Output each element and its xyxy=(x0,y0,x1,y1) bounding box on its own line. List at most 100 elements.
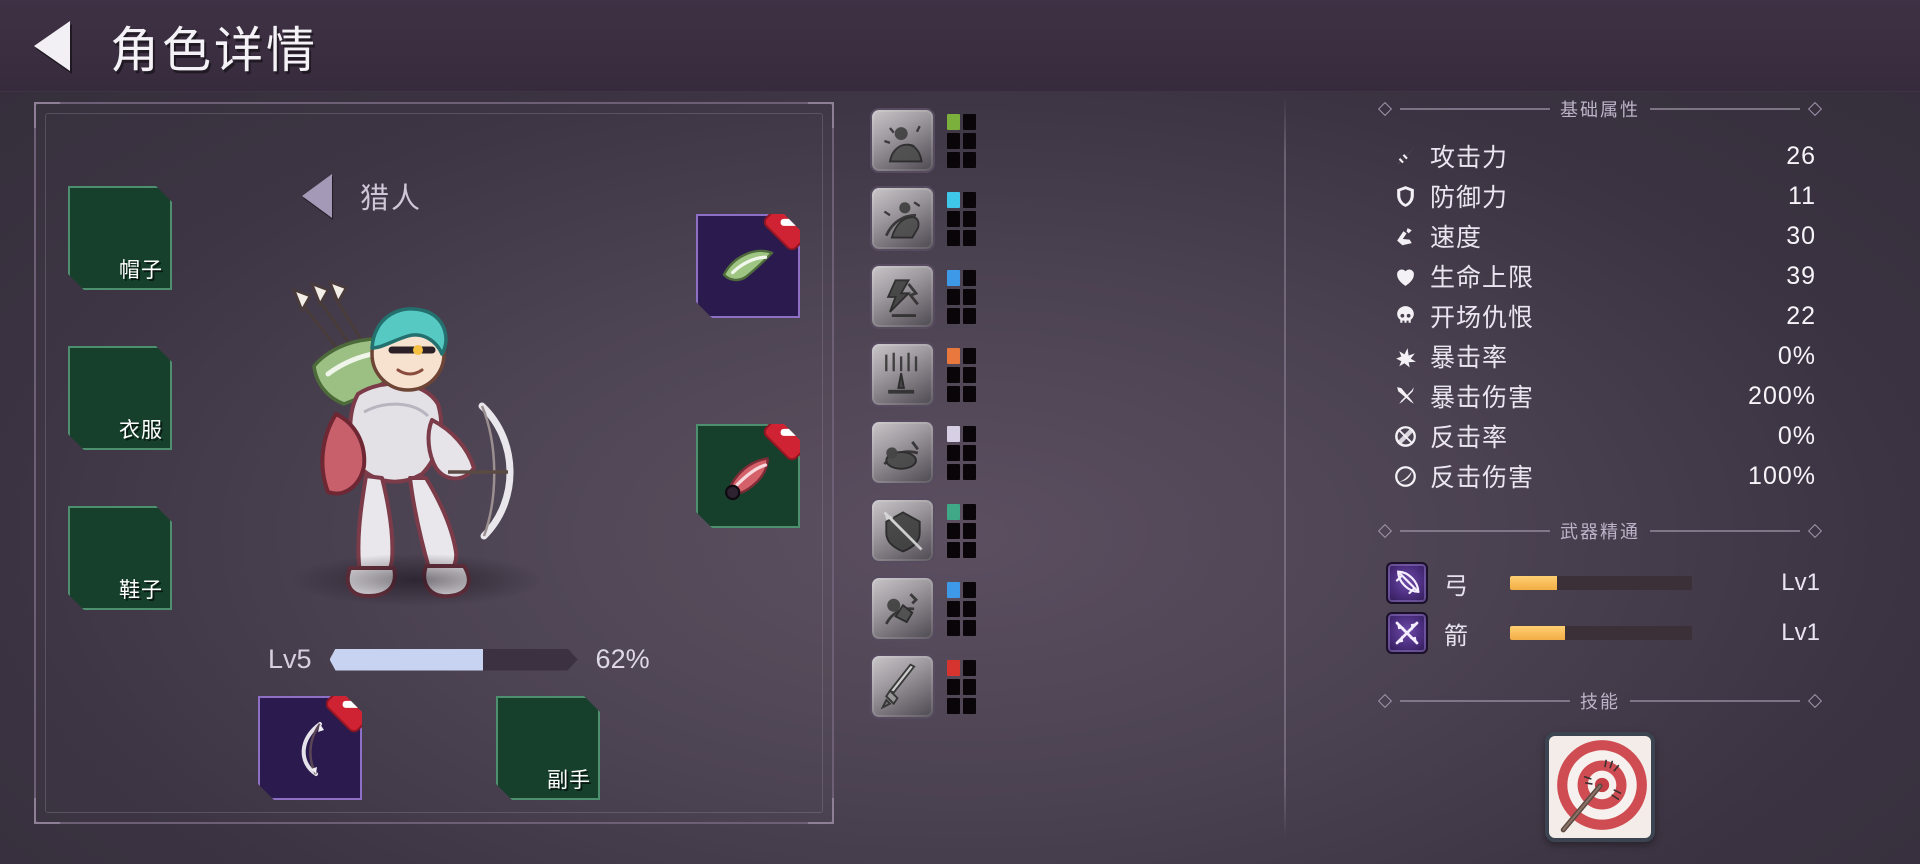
stat-value: 11 xyxy=(1788,181,1816,210)
stat-label: 生命上限 xyxy=(1430,264,1535,292)
divider-line-left xyxy=(1400,108,1550,110)
bow-mastery-icon[interactable] xyxy=(1386,562,1428,604)
card-sword-icon[interactable] xyxy=(870,654,935,719)
card-pip xyxy=(963,541,976,558)
equip-slot-accessory-2[interactable] xyxy=(696,424,800,528)
card-pip xyxy=(947,541,960,558)
card-pip-grid xyxy=(947,503,976,558)
card-inventory-row xyxy=(870,264,1006,329)
stats-panel: 基础属性 攻击力 26 防御力 11 速度 30 生命上限 39 开场仇恨 22 暴击率 0% 暴击伤害… xyxy=(1377,96,1823,842)
previous-class-arrow-icon[interactable] xyxy=(302,174,332,218)
shield-icon xyxy=(1390,184,1420,209)
card-pip xyxy=(947,113,960,130)
stat-value: 30 xyxy=(1786,221,1816,250)
card-pip-grid xyxy=(947,347,976,402)
card-pip-grid xyxy=(947,659,976,714)
card-lightning-icon[interactable] xyxy=(870,264,935,329)
stat-row: 暴击率 0% xyxy=(1380,336,1820,376)
diamond-icon xyxy=(1377,101,1393,117)
equip-slot-clothes[interactable]: 衣服 xyxy=(68,346,172,450)
card-pip xyxy=(947,619,960,636)
skill-title: 技能 xyxy=(1580,692,1620,712)
card-rain-sword-icon[interactable] xyxy=(870,342,935,407)
mastery-bar-fill xyxy=(1510,626,1565,640)
back-arrow-icon[interactable] xyxy=(34,21,70,71)
card-pip xyxy=(963,697,976,714)
card-bow-shield-icon[interactable] xyxy=(870,498,935,563)
card-pip xyxy=(963,678,976,695)
stat-row: 反击率 0% xyxy=(1380,416,1820,456)
page-title: 角色详情 xyxy=(110,23,319,78)
mastery-bar-track[interactable] xyxy=(1510,626,1692,640)
mastery-row: 弓 Lv1 xyxy=(1380,558,1820,608)
card-pip xyxy=(963,600,976,617)
equip-slot-hat[interactable]: 帽子 xyxy=(68,186,172,290)
card-pip xyxy=(947,385,960,402)
card-pip xyxy=(963,113,976,130)
burst-icon xyxy=(1390,344,1420,369)
card-pip xyxy=(963,210,976,227)
crossed-swords-icon xyxy=(1390,384,1420,409)
card-knight-icon[interactable] xyxy=(870,576,935,641)
equip-slot-weapon[interactable] xyxy=(258,696,362,800)
class-selector: 猎人 xyxy=(302,174,422,218)
class-name-label: 猎人 xyxy=(360,183,423,215)
frame-corner-bl xyxy=(34,798,60,824)
base-stats-title: 基础属性 xyxy=(1560,100,1640,120)
level-progress: Lv5 62% xyxy=(268,644,650,675)
card-rider-icon[interactable] xyxy=(870,186,935,251)
mastery-row: 箭 Lv1 xyxy=(1380,608,1820,658)
card-pip xyxy=(947,581,960,598)
card-pip xyxy=(947,503,960,520)
divider-line-right xyxy=(1650,530,1800,532)
card-pip xyxy=(963,229,976,246)
stat-label: 防御力 xyxy=(1430,184,1509,212)
heart-icon xyxy=(1390,264,1420,289)
card-pip xyxy=(963,191,976,208)
card-pip xyxy=(947,600,960,617)
stat-value: 26 xyxy=(1786,141,1816,170)
level-label: Lv5 xyxy=(268,644,312,674)
equip-slot-offhand[interactable]: 副手 xyxy=(496,696,600,800)
card-pip xyxy=(947,191,960,208)
card-pip xyxy=(963,659,976,676)
card-pip-grid xyxy=(947,581,976,636)
sword-icon xyxy=(1390,144,1420,169)
equip-slot-accessory-1[interactable] xyxy=(696,214,800,318)
boot-icon xyxy=(1390,224,1420,249)
xp-bar-fill xyxy=(330,649,484,671)
stat-label: 速度 xyxy=(1430,224,1483,252)
card-cheer-icon[interactable] xyxy=(870,108,935,173)
card-pip xyxy=(947,229,960,246)
equip-slot-clothes-label: 衣服 xyxy=(119,419,163,442)
mastery-bar-track[interactable] xyxy=(1510,576,1692,590)
xp-bar-track[interactable] xyxy=(330,649,578,671)
stat-label: 反击率 xyxy=(1430,424,1509,452)
card-inventory-row xyxy=(870,576,1006,641)
stat-value: 0% xyxy=(1777,421,1816,450)
card-pip xyxy=(947,288,960,305)
panel-divider xyxy=(1284,96,1286,838)
stat-row: 反击伤害 100% xyxy=(1380,456,1820,496)
card-fallen-icon[interactable] xyxy=(870,420,935,485)
stat-label: 攻击力 xyxy=(1430,144,1509,172)
mastery-title: 武器精通 xyxy=(1560,522,1640,542)
card-pip xyxy=(963,269,976,286)
skull-icon xyxy=(1390,304,1420,329)
weapon-mastery-list: 弓 Lv1 箭 Lv1 xyxy=(1380,558,1820,658)
base-stats-list: 攻击力 26 防御力 11 速度 30 生命上限 39 开场仇恨 22 暴击率 0% 暴击伤害 200% 反… xyxy=(1380,136,1820,496)
card-pip xyxy=(947,697,960,714)
arrow-mastery-icon[interactable] xyxy=(1386,612,1428,654)
equip-slot-shoes[interactable]: 鞋子 xyxy=(68,506,172,610)
card-pip xyxy=(947,425,960,442)
card-pip-grid xyxy=(947,113,976,168)
base-stats-section-header: 基础属性 xyxy=(1377,96,1823,122)
card-pip xyxy=(947,132,960,149)
card-inventory-row xyxy=(870,108,1006,173)
bullseye-target-skill-icon[interactable] xyxy=(1545,732,1655,842)
page-header: 角色详情 xyxy=(0,0,1920,92)
card-pip xyxy=(963,132,976,149)
card-pip xyxy=(947,210,960,227)
card-pip xyxy=(947,678,960,695)
stat-row: 攻击力 26 xyxy=(1380,136,1820,176)
